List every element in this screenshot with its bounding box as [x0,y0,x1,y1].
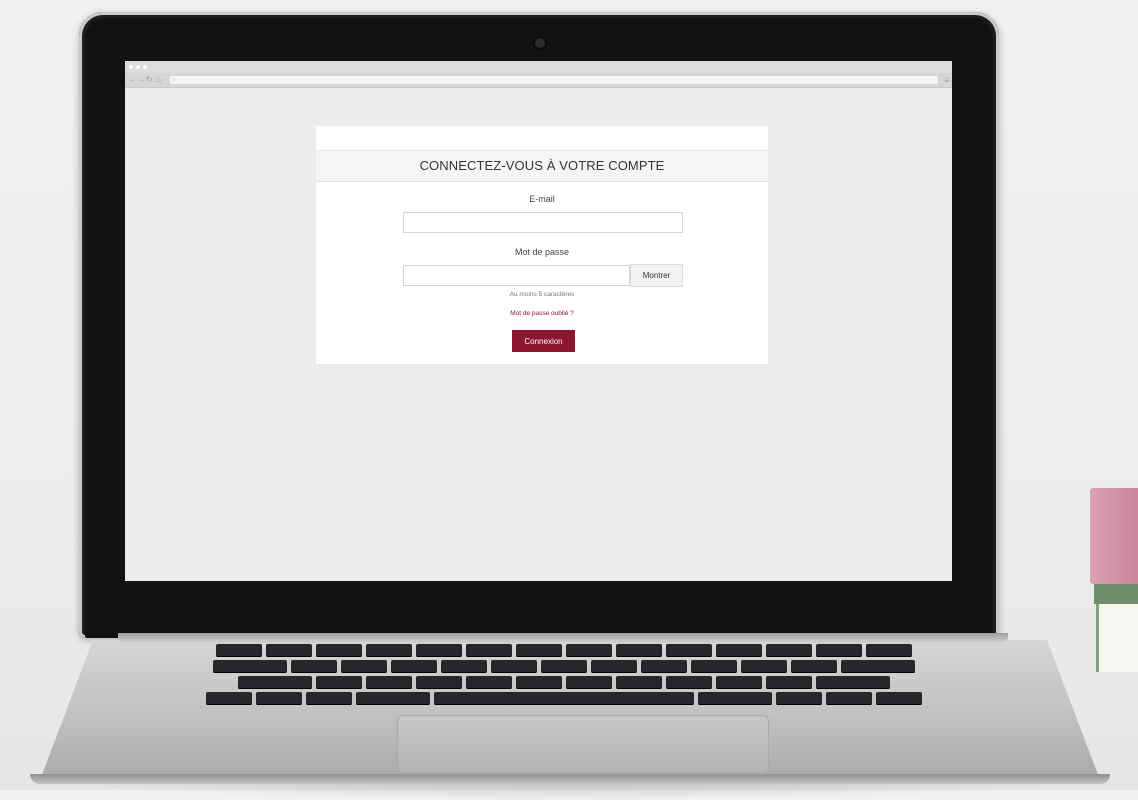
keyboard-key [616,644,662,657]
browser-menu-icon[interactable]: ≡ [944,76,949,85]
keyboard-key [566,644,612,657]
keyboard-key [306,692,352,705]
keyboard-key [716,644,762,657]
back-arrow-icon[interactable]: ← [128,76,136,84]
keyboard-key [716,676,762,689]
keyboard-key [691,660,737,673]
lock-icon: ○ [171,77,176,83]
keyboard-key [776,692,822,705]
webcam [535,38,545,48]
home-icon[interactable]: ⌂ [155,76,162,84]
keyboard-row-4 [128,692,1000,705]
laptop-screen: ← → ↻ ⌂ ○ ≡ CONNECTEZ-VOUS À VOTRE COMPT… [125,61,952,581]
keyboard-key [566,676,612,689]
keyboard-spacebar [434,692,694,705]
login-title: CONNECTEZ-VOUS À VOTRE COMPTE [419,158,665,173]
keyboard-key [766,676,812,689]
email-input[interactable] [403,212,683,233]
keyboard-key [516,676,562,689]
password-input[interactable] [403,265,630,286]
keyboard-key [213,660,287,673]
show-password-button[interactable]: Montrer [630,264,683,287]
browser-title-bar [125,61,952,73]
keyboard-key [466,676,512,689]
keyboard-key [366,676,412,689]
keyboard-key [641,660,687,673]
keyboard-key [366,644,412,657]
keyboard-key [666,644,712,657]
browser-nav-bar: ← → ↻ ⌂ ○ ≡ [125,73,952,88]
keyboard-key [238,676,312,689]
keyboard-key [216,644,262,657]
keyboard-key [356,692,430,705]
keyboard-row-2 [128,660,1000,673]
book-stack [1090,488,1138,688]
keyboard-key [441,660,487,673]
address-bar[interactable]: ○ [170,76,939,84]
keyboard-key [256,692,302,705]
keyboard-key [341,660,387,673]
keyboard-key [616,676,662,689]
keyboard-key [316,644,362,657]
keyboard-key [416,676,462,689]
login-submit-button[interactable]: Connexion [512,330,575,352]
email-label: E-mail [529,194,555,204]
keyboard-key [741,660,787,673]
keyboard-key [316,676,362,689]
keyboard-key [206,692,252,705]
password-label: Mot de passe [514,247,570,257]
keyboard-key [816,644,862,657]
keyboard-key [416,644,462,657]
keyboard-key [766,644,812,657]
keyboard-key [816,676,890,689]
password-hint: Au moins 5 caractères [509,291,575,298]
book-green [1094,584,1138,604]
trackpad [397,715,769,773]
keyboard-key [291,660,337,673]
forward-arrow-icon[interactable]: → [137,76,145,84]
laptop-base-edge [30,774,1110,784]
keyboard-key [516,644,562,657]
login-card-header: CONNECTEZ-VOUS À VOTRE COMPTE [316,150,768,182]
forgot-password-link[interactable]: Mot de passe oublié ? [316,310,768,317]
keyboard-key [866,644,912,657]
keyboard-key [391,660,437,673]
book-white [1096,604,1138,672]
window-maximize-dot[interactable] [143,65,147,69]
keyboard-row-1 [128,644,1000,657]
keyboard-key [698,692,772,705]
reload-icon[interactable]: ↻ [146,76,153,84]
keyboard-key [841,660,915,673]
keyboard-key [826,692,872,705]
keyboard-key [541,660,587,673]
window-close-dot[interactable] [129,65,133,69]
keyboard-key [591,660,637,673]
laptop-hinge [118,633,1008,643]
keyboard-key [266,644,312,657]
window-minimize-dot[interactable] [136,65,140,69]
keyboard-key [466,644,512,657]
keyboard-key [791,660,837,673]
keyboard-key [666,676,712,689]
keyboard-key [876,692,922,705]
login-card: CONNECTEZ-VOUS À VOTRE COMPTE E-mail Mot… [316,126,768,364]
keyboard-key [491,660,537,673]
keyboard [128,644,1000,712]
keyboard-row-3 [128,676,1000,689]
book-pink [1090,488,1138,584]
